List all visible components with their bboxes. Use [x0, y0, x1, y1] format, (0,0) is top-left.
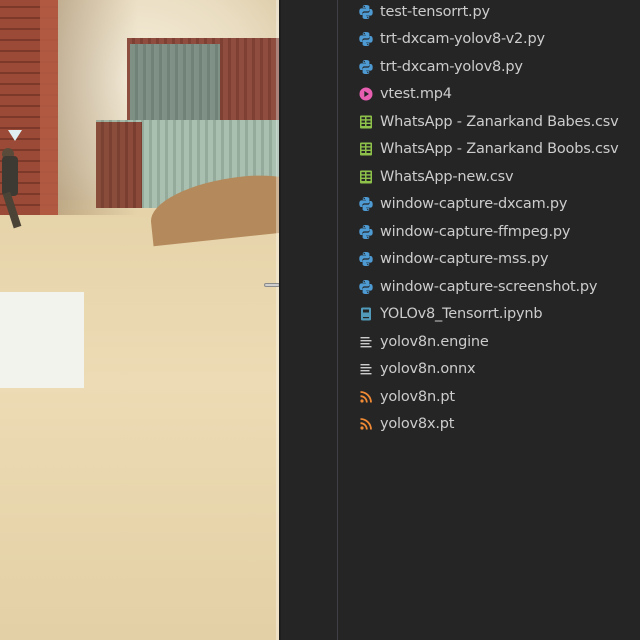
player-body: [2, 156, 18, 196]
python-icon: [358, 279, 374, 295]
file-name-label: yolov8n.onnx: [380, 361, 476, 378]
python-icon: [358, 4, 374, 20]
file-item[interactable]: window-capture-dxcam.py: [281, 191, 640, 219]
teammate-marker-icon: [8, 130, 22, 141]
file-explorer: test-tensorrt.py trt-dxcam-yolov8-v2.py …: [281, 0, 640, 640]
file-item[interactable]: YOLOv8_Tensorrt.ipynb: [281, 301, 640, 329]
file-name-label: vtest.mp4: [380, 86, 452, 103]
file-item[interactable]: WhatsApp - Zanarkand Boobs.csv: [281, 136, 640, 164]
wall-shadow: [58, 0, 138, 215]
file-name-label: yolov8n.engine: [380, 333, 489, 350]
rss-feed-icon: [358, 416, 374, 432]
file-name-label: WhatsApp - Zanarkand Boobs.csv: [380, 141, 619, 158]
file-item[interactable]: yolov8n.onnx: [281, 356, 640, 384]
file-name-label: yolov8n.pt: [380, 388, 455, 405]
file-item[interactable]: window-capture-screenshot.py: [281, 273, 640, 301]
file-name-label: window-capture-screenshot.py: [380, 278, 598, 295]
game-ground: [0, 210, 279, 640]
file-item[interactable]: trt-dxcam-yolov8-v2.py: [281, 26, 640, 54]
brick-wall-highlight: [40, 0, 58, 215]
text-file-icon: [358, 361, 374, 377]
file-name-label: window-capture-ffmpeg.py: [380, 223, 571, 240]
file-name-label: trt-dxcam-yolov8.py: [380, 58, 523, 75]
python-icon: [358, 196, 374, 212]
file-name-label: window-capture-mss.py: [380, 251, 549, 268]
file-item[interactable]: yolov8n.pt: [281, 383, 640, 411]
game-viewport: [0, 0, 279, 640]
player-character: [0, 148, 32, 232]
python-icon: [358, 31, 374, 47]
white-crate: [0, 292, 84, 388]
file-name-label: window-capture-dxcam.py: [380, 196, 568, 213]
csv-table-icon: [358, 114, 374, 130]
csv-table-icon: [358, 169, 374, 185]
text-file-icon: [358, 334, 374, 350]
shipping-container-green: [130, 44, 220, 120]
file-item[interactable]: WhatsApp-new.csv: [281, 163, 640, 191]
file-name-label: yolov8x.pt: [380, 416, 455, 433]
file-name-label: trt-dxcam-yolov8-v2.py: [380, 31, 545, 48]
resize-handle[interactable]: [264, 283, 280, 287]
file-item[interactable]: window-capture-mss.py: [281, 246, 640, 274]
file-item[interactable]: yolov8n.engine: [281, 328, 640, 356]
file-name-label: YOLOv8_Tensorrt.ipynb: [380, 306, 543, 323]
file-item[interactable]: trt-dxcam-yolov8.py: [281, 53, 640, 81]
file-list: test-tensorrt.py trt-dxcam-yolov8-v2.py …: [281, 0, 640, 438]
file-item[interactable]: test-tensorrt.py: [281, 0, 640, 26]
python-icon: [358, 59, 374, 75]
file-item[interactable]: WhatsApp - Zanarkand Babes.csv: [281, 108, 640, 136]
file-name-label: WhatsApp - Zanarkand Babes.csv: [380, 113, 619, 130]
file-item[interactable]: vtest.mp4: [281, 81, 640, 109]
notebook-icon: [358, 306, 374, 322]
python-icon: [358, 224, 374, 240]
csv-table-icon: [358, 141, 374, 157]
player-leg: [2, 191, 22, 229]
file-item[interactable]: yolov8x.pt: [281, 411, 640, 439]
file-name-label: WhatsApp-new.csv: [380, 168, 514, 185]
file-name-label: test-tensorrt.py: [380, 3, 490, 20]
rss-feed-icon: [358, 389, 374, 405]
file-item[interactable]: window-capture-ffmpeg.py: [281, 218, 640, 246]
python-icon: [358, 251, 374, 267]
video-icon: [358, 86, 374, 102]
